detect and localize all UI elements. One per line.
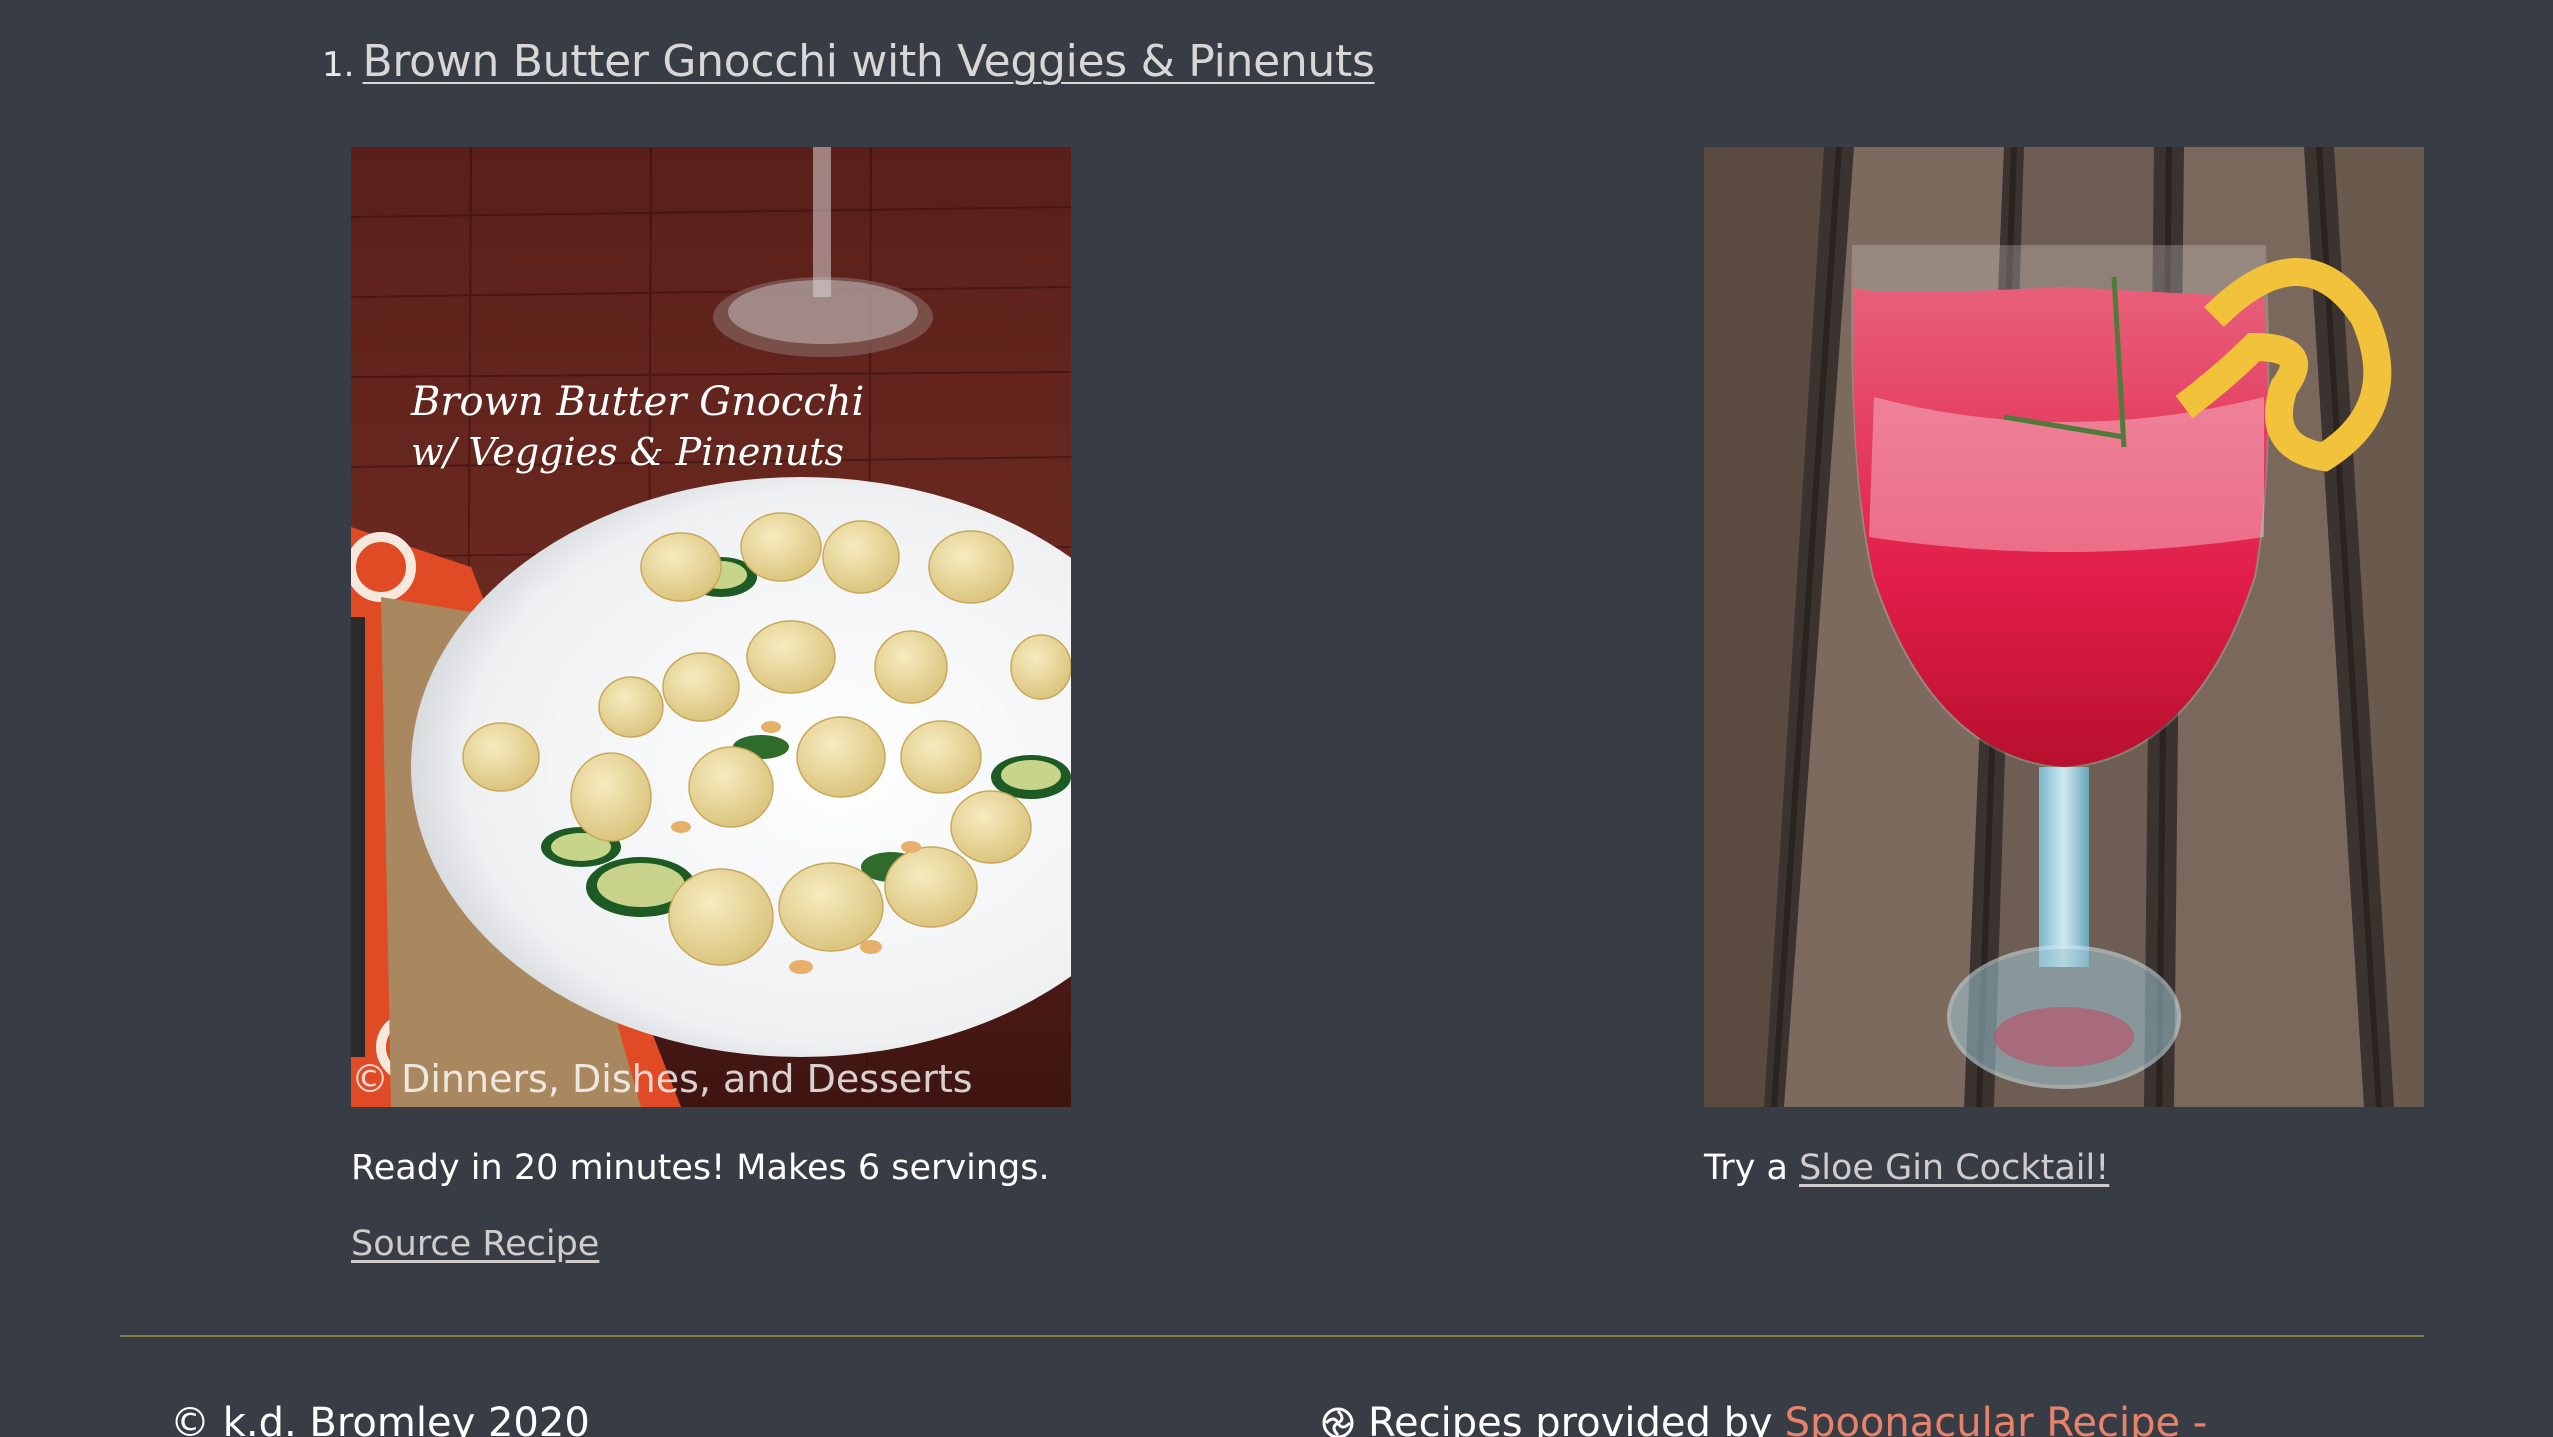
pairing-prefix: Try a — [1704, 1148, 1788, 1188]
recipe-title-link[interactable]: Brown Butter Gnocchi with Veggies & Pine… — [362, 36, 1374, 87]
photo-caption-line2: w/ Veggies & Pinenuts — [411, 430, 844, 474]
pairing-suggestion: Try a Sloe Gin Cocktail! — [1704, 1148, 2109, 1188]
photo-caption-line1: Brown Butter Gnocchi — [410, 379, 864, 425]
recipe-list-number: 1. — [322, 45, 355, 85]
credit-prefix: Recipes provided by — [1368, 1400, 1773, 1437]
recipe-heading: 1. Brown Butter Gnocchi with Veggies & P… — [322, 36, 1375, 87]
footer-divider — [120, 1335, 2424, 1337]
footer-copyright: © k.d. Bromley 2020 — [170, 1400, 590, 1437]
cocktail-photo — [1704, 147, 2424, 1107]
gnocchi-photo: Brown Butter Gnocchi w/ Veggies & Pinenu… — [351, 147, 1071, 1107]
source-recipe-link[interactable]: Source Recipe — [351, 1224, 599, 1264]
photo-watermark: © Dinners, Dishes, and Desserts — [351, 1057, 973, 1101]
spoonacular-logo-icon — [1322, 1407, 1354, 1437]
footer-credit: Recipes provided by Spoonacular Recipe - — [1322, 1400, 2207, 1437]
recipe-page: 1. Brown Butter Gnocchi with Veggies & P… — [0, 0, 2553, 1437]
sloe-gin-cocktail-link[interactable]: Sloe Gin Cocktail! — [1799, 1148, 2109, 1188]
spoonacular-link[interactable]: Spoonacular Recipe - — [1785, 1400, 2208, 1437]
ready-in-text: Ready in 20 minutes! Makes 6 servings. — [351, 1148, 1050, 1188]
